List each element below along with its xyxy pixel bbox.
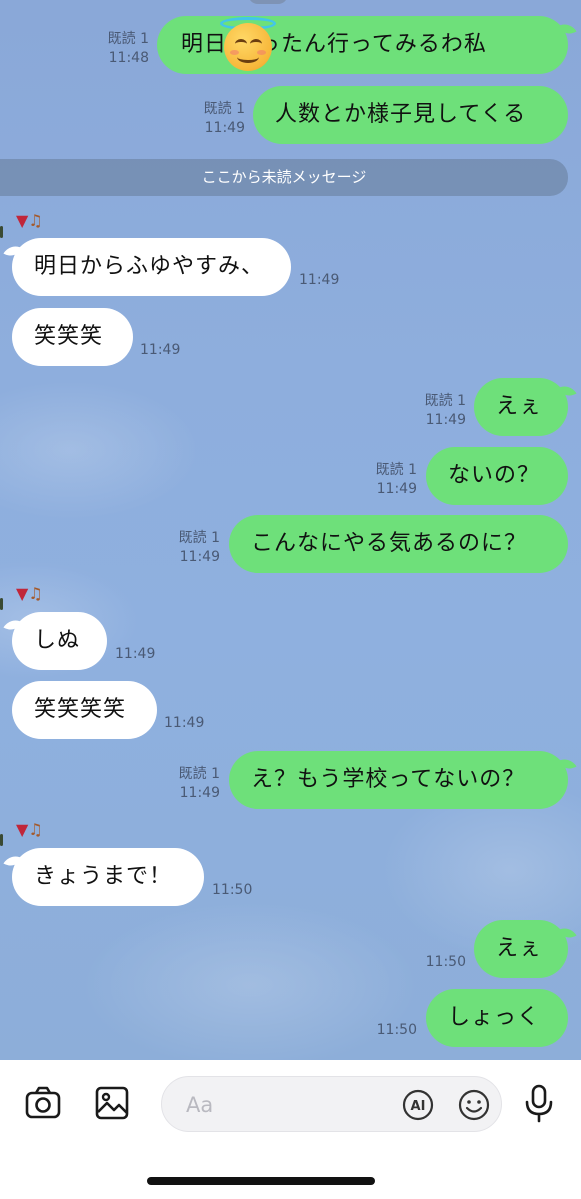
timestamp: 11:48	[108, 50, 149, 66]
message-meta: 11:49	[140, 341, 180, 360]
message-text: ないの？	[448, 463, 541, 488]
message-text: えぇ	[496, 394, 543, 419]
sender-name-icons: ▼♫	[16, 211, 43, 231]
timestamp: 11:50	[376, 1022, 417, 1038]
message-bubble-sent[interactable]: ないの？	[426, 447, 568, 505]
message-meta: 既読 1 11:48	[108, 30, 149, 68]
message-text: しょっく	[448, 1005, 541, 1030]
read-receipt: 既読 1	[375, 462, 417, 478]
folding-fan-icon: ▼	[16, 211, 29, 230]
message-bubble-received[interactable]: 笑笑笑笑	[12, 681, 157, 739]
timestamp: 11:49	[115, 646, 156, 662]
message-bubble-received[interactable]: 明日からふゆやすみ、	[12, 238, 291, 296]
violin-icon: ♫	[28, 584, 43, 603]
input-placeholder: Aa	[186, 1093, 214, 1117]
timestamp: 11:49	[140, 342, 181, 358]
message-input-bar: Aa AI	[0, 1060, 581, 1199]
read-receipt: 既読 1	[178, 766, 220, 782]
read-receipt: 既読 1	[107, 31, 149, 47]
avatar-edge	[0, 834, 3, 846]
message-bubble-received[interactable]: しぬ	[12, 612, 107, 670]
folding-fan-icon: ▼	[16, 820, 29, 839]
message-text: 笑笑笑笑	[34, 697, 127, 722]
timestamp: 11:49	[179, 785, 220, 801]
message-meta: 11:49	[299, 271, 339, 290]
camera-icon[interactable]	[24, 1084, 62, 1122]
timestamp: 11:49	[164, 715, 205, 731]
message-input[interactable]: Aa AI	[161, 1076, 502, 1132]
message-meta: 11:50	[377, 1021, 417, 1040]
timestamp: 11:50	[425, 954, 466, 970]
message-text: 笑笑笑	[34, 324, 104, 349]
microphone-icon[interactable]	[522, 1083, 556, 1123]
previous-message-edge	[248, 0, 288, 4]
message-text: きょうまで！	[34, 864, 173, 889]
message-meta: 既読 1 11:49	[204, 100, 245, 138]
sender-name-icons: ▼♫	[16, 584, 43, 604]
message-bubble-received[interactable]: きょうまで！	[12, 848, 204, 906]
message-text: しぬ	[34, 628, 81, 653]
chat-area[interactable]: 既読 1 11:48 明日 いったん行ってみるわ私 既読 1 11:49 人数と…	[0, 0, 581, 1060]
read-receipt: 既読 1	[203, 101, 245, 117]
timestamp: 11:49	[204, 120, 245, 136]
timestamp: 11:49	[299, 272, 340, 288]
read-receipt: 既読 1	[178, 530, 220, 546]
ai-icon[interactable]: AI	[402, 1089, 434, 1121]
message-bubble-sent[interactable]: えぇ	[474, 378, 568, 436]
message-bubble-sent[interactable]: しょっく	[426, 989, 568, 1047]
message-meta: 既読 1 11:49	[179, 529, 220, 567]
message-meta: 既読 1 11:49	[376, 461, 417, 499]
timestamp: 11:49	[376, 481, 417, 497]
avatar-edge	[0, 598, 3, 610]
smiling-face-with-halo-icon	[224, 23, 272, 71]
message-text: 明日からふゆやすみ、	[34, 254, 265, 279]
timestamp: 11:50	[212, 882, 253, 898]
message-meta: 既読 1 11:49	[425, 392, 466, 430]
message-meta: 11:50	[212, 881, 252, 900]
message-bubble-received[interactable]: 笑笑笑	[12, 308, 133, 366]
violin-icon: ♫	[28, 211, 43, 230]
sender-name-icons: ▼♫	[16, 820, 43, 840]
message-meta: 11:49	[115, 645, 155, 664]
violin-icon: ♫	[28, 820, 43, 839]
message-text: こんなにやる気あるのに？	[251, 531, 528, 556]
message-bubble-sent[interactable]: えぇ	[474, 920, 568, 978]
unread-divider: ここから未読メッセージ	[0, 159, 568, 196]
message-meta: 既読 1 11:49	[179, 765, 220, 803]
emoji-icon[interactable]	[458, 1089, 490, 1121]
ai-label: AI	[411, 1099, 426, 1114]
home-indicator[interactable]	[147, 1177, 375, 1185]
message-text: 人数とか様子見してくる	[275, 102, 527, 127]
message-bubble-sent[interactable]: 人数とか様子見してくる	[253, 86, 568, 144]
message-bubble-sent[interactable]: こんなにやる気あるのに？	[229, 515, 568, 573]
timestamp: 11:49	[179, 549, 220, 565]
message-meta: 11:50	[426, 953, 466, 972]
message-text: えぇ	[496, 936, 543, 961]
message-meta: 11:49	[164, 714, 204, 733]
read-receipt: 既読 1	[424, 393, 466, 409]
folding-fan-icon: ▼	[16, 584, 29, 603]
avatar-edge	[0, 226, 3, 238]
message-bubble-sent[interactable]: え？もう学校ってないの？	[229, 751, 568, 809]
message-bubble-sent[interactable]: 明日 いったん行ってみるわ私	[157, 16, 568, 74]
timestamp: 11:49	[425, 412, 466, 428]
message-text: え？もう学校ってないの？	[251, 767, 526, 792]
image-icon[interactable]	[94, 1085, 130, 1121]
